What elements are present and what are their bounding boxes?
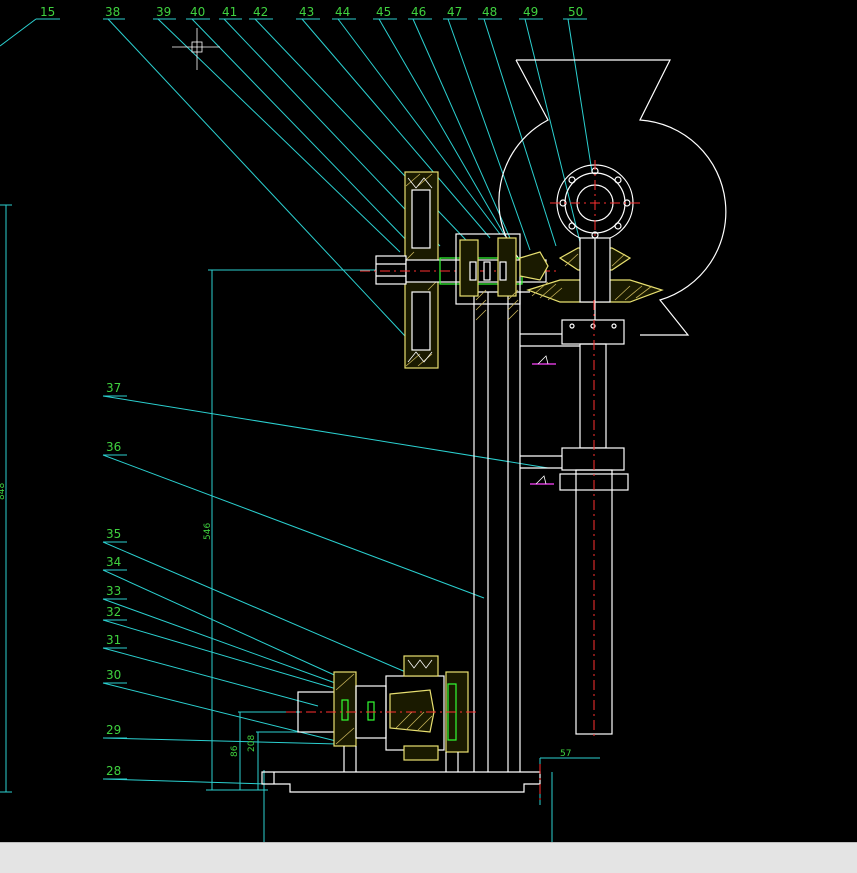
label-38-text: 38 xyxy=(105,5,120,19)
label-32: 32 xyxy=(102,605,341,691)
label-15: 15 xyxy=(0,5,60,47)
label-28-text: 28 xyxy=(106,764,121,778)
dim-208-text: 208 xyxy=(247,735,257,752)
dim-57-text: 57 xyxy=(560,749,571,759)
label-35: 35 xyxy=(102,527,416,677)
dimensions: 848 546 86 208 57 xyxy=(0,204,600,842)
label-31-text: 31 xyxy=(106,633,121,647)
ucs-crosshair xyxy=(172,28,220,70)
label-47: 47 xyxy=(443,5,531,251)
label-48-text: 48 xyxy=(482,5,497,19)
label-30-text: 30 xyxy=(106,668,121,682)
main-column xyxy=(460,291,530,772)
label-46-text: 46 xyxy=(411,5,426,19)
base-plate xyxy=(261,764,541,804)
upper-pulley-assembly xyxy=(360,171,560,369)
label-49: 49 xyxy=(519,5,583,251)
label-29: 29 xyxy=(102,723,339,745)
label-50: 50 xyxy=(563,5,593,173)
label-34: 34 xyxy=(102,555,353,684)
label-37: 37 xyxy=(102,381,549,469)
dim-546-text: 546 xyxy=(203,523,213,540)
label-28: 28 xyxy=(102,764,269,785)
left-labels: 37 36 35 34 33 32 31 30 29 28 xyxy=(102,381,549,785)
label-42-text: 42 xyxy=(253,5,268,19)
label-44-text: 44 xyxy=(335,5,350,19)
label-29-text: 29 xyxy=(106,723,121,737)
label-37-text: 37 xyxy=(106,381,121,395)
label-33: 33 xyxy=(102,584,339,685)
status-bar xyxy=(0,842,857,873)
label-39-text: 39 xyxy=(156,5,171,19)
label-15-text: 15 xyxy=(40,5,55,19)
label-36-text: 36 xyxy=(106,440,121,454)
lower-drive xyxy=(286,655,480,772)
label-33-text: 33 xyxy=(106,584,121,598)
label-34-text: 34 xyxy=(106,555,121,569)
label-32-text: 32 xyxy=(106,605,121,619)
label-38: 38 xyxy=(103,5,406,337)
label-40-text: 40 xyxy=(190,5,205,19)
label-45-text: 45 xyxy=(376,5,391,19)
label-43: 43 xyxy=(296,5,491,239)
cad-drawing-canvas[interactable]: 15 38 39 40 41 42 43 44 45 46 47 48 49 5… xyxy=(0,0,857,842)
label-41-text: 41 xyxy=(222,5,237,19)
mechanical-drawing: 15 38 39 40 41 42 43 44 45 46 47 48 49 5… xyxy=(0,5,727,842)
label-43-text: 43 xyxy=(299,5,314,19)
label-35-text: 35 xyxy=(106,527,121,541)
label-31: 31 xyxy=(102,633,319,707)
label-50-text: 50 xyxy=(568,5,583,19)
label-36: 36 xyxy=(102,440,485,599)
label-45: 45 xyxy=(373,5,506,237)
right-shaft xyxy=(520,300,629,740)
dim-overall-text: 848 xyxy=(0,483,7,500)
label-47-text: 47 xyxy=(447,5,462,19)
label-49-text: 49 xyxy=(523,5,538,19)
dim-86-text: 86 xyxy=(230,745,240,757)
label-40: 40 xyxy=(186,5,413,247)
